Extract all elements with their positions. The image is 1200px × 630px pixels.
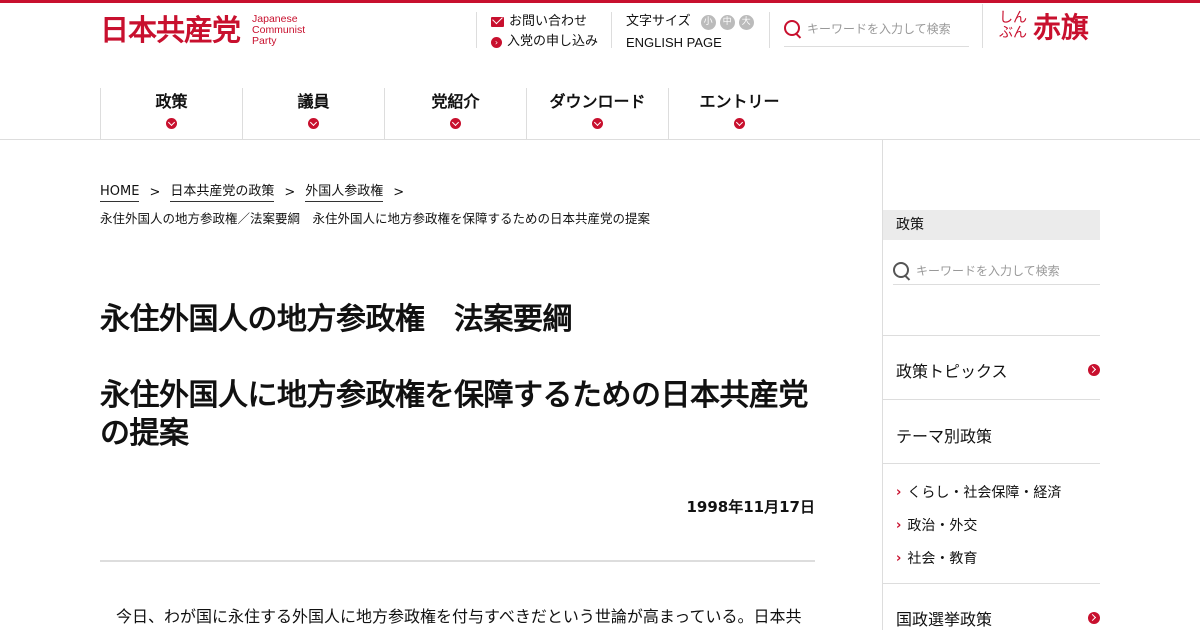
sidebar-subitem-label: 政治・外交 [907, 518, 978, 534]
sidebar-search [893, 258, 1100, 285]
sidebar-heading: 政策 [883, 210, 1100, 240]
sidebar-divider [883, 463, 1100, 464]
nav-label: 党紹介 [431, 92, 480, 111]
nav-item-entry[interactable]: エントリー [668, 88, 810, 139]
akahata-logo: 赤旗 [1033, 11, 1090, 44]
breadcrumb-policy-link[interactable]: 日本共産党の政策 [170, 183, 275, 202]
nav-label: 議員 [297, 92, 330, 111]
nav-divider [0, 139, 1200, 140]
sidebar-divider [883, 583, 1100, 584]
nav-item-about[interactable]: 党紹介 [384, 88, 526, 139]
logo-sub-line: Party [252, 35, 277, 47]
contact-link[interactable]: お問い合わせ [491, 12, 598, 32]
nav-label: ダウンロード [549, 92, 646, 111]
chevron-down-icon [734, 118, 745, 129]
akahata-link[interactable]: しんぶん 赤旗 [982, 4, 1089, 48]
nav-label: 政策 [155, 92, 188, 111]
sidebar-subitem-label: くらし・社会保障・経済 [907, 485, 1062, 501]
nav-item-members[interactable]: 議員 [242, 88, 384, 139]
article-body: 今日、わが国に永住する外国人に地方参政権を付与すべきだという世論が高まっている。… [116, 607, 802, 626]
publish-date: 1998年11月17日 [686, 498, 816, 516]
sidebar-item-label: テーマ別政策 [896, 427, 993, 446]
contact-label: お問い合わせ [509, 14, 588, 29]
breadcrumb-home-link[interactable]: HOME [100, 183, 140, 202]
nav-label: エントリー [699, 92, 780, 111]
mail-icon [491, 17, 504, 27]
breadcrumb-separator: > [149, 184, 161, 200]
sidebar-item-label: 国政選挙政策 [896, 610, 993, 629]
breadcrumb: HOME > 日本共産党の政策 > 外国人参政権 > 永住外国人の地方参政権／法… [100, 183, 820, 228]
english-page-link[interactable]: ENGLISH PAGE [626, 32, 754, 54]
sidebar-item-label: 政策トピックス [896, 362, 1008, 381]
join-label: 入党の申し込み [507, 34, 599, 49]
nav-item-download[interactable]: ダウンロード [526, 88, 668, 139]
search-icon[interactable] [784, 20, 802, 38]
sidebar-item-themes[interactable]: テーマ別政策 [896, 423, 1100, 447]
chevron-right-icon: › [896, 484, 902, 500]
sidebar-subitem-label: 社会・教育 [907, 551, 978, 567]
join-link[interactable]: › 入党の申し込み [491, 32, 598, 52]
main-nav: 政策 議員 党紹介 ダウンロード エントリー [100, 88, 810, 139]
article-divider [100, 560, 815, 562]
sidebar-subitem-society[interactable]: › 社会・教育 [896, 548, 977, 568]
logo-main-text: 日本共産党 [100, 13, 241, 47]
font-size-small-button[interactable]: 小 [700, 14, 716, 30]
breadcrumb-separator: > [393, 184, 405, 200]
page-subtitle: 永住外国人に地方参政権を保障するための日本共産党の提案 [100, 378, 809, 451]
breadcrumb-separator: > [284, 184, 296, 200]
font-size-medium-button[interactable]: 中 [719, 14, 735, 30]
header-search-input[interactable] [807, 22, 967, 36]
top-accent-bar [0, 0, 1200, 3]
breadcrumb-current: 永住外国人の地方参政権／法案要綱 永住外国人に地方参政権を保障するための日本共産… [100, 211, 651, 226]
breadcrumb-suffrage-link[interactable]: 外国人参政権 [305, 183, 384, 202]
search-icon[interactable] [893, 262, 911, 280]
chevron-down-icon [450, 118, 461, 129]
sidebar-item-elections[interactable]: 国政選挙政策 [896, 606, 1100, 630]
logo-sub-text: Japanese Communist Party [252, 14, 305, 47]
nav-item-policy[interactable]: 政策 [100, 88, 242, 139]
sidebar-divider [883, 399, 1100, 400]
chevron-down-icon [592, 118, 603, 129]
font-size-label: 文字サイズ [626, 14, 691, 29]
site-logo[interactable]: 日本共産党 Japanese Communist Party [100, 14, 305, 47]
page-title: 永住外国人の地方参政権 法案要綱 [100, 302, 573, 337]
sidebar-subitem-politics[interactable]: › 政治・外交 [896, 515, 977, 535]
sidebar-search-input[interactable] [916, 264, 1096, 278]
chevron-right-icon: › [896, 550, 902, 566]
chevron-right-icon: › [896, 517, 902, 533]
font-size-controls: 文字サイズ 小 中 大 ENGLISH PAGE [611, 12, 754, 50]
sidebar-divider [883, 335, 1100, 336]
font-size-large-button[interactable]: 大 [738, 14, 754, 30]
sidebar-item-topics[interactable]: 政策トピックス [896, 358, 1100, 382]
chevron-down-icon [308, 118, 319, 129]
akahata-kana: しんぶん [999, 10, 1027, 41]
chevron-down-icon [166, 118, 177, 129]
header-links: お問い合わせ › 入党の申し込み [476, 12, 598, 49]
header-search [769, 12, 969, 48]
sidebar-subitem-life[interactable]: › くらし・社会保障・経済 [896, 482, 1061, 502]
chevron-right-icon: › [491, 36, 502, 48]
chevron-right-icon [1088, 612, 1100, 624]
chevron-right-icon [1088, 364, 1100, 376]
